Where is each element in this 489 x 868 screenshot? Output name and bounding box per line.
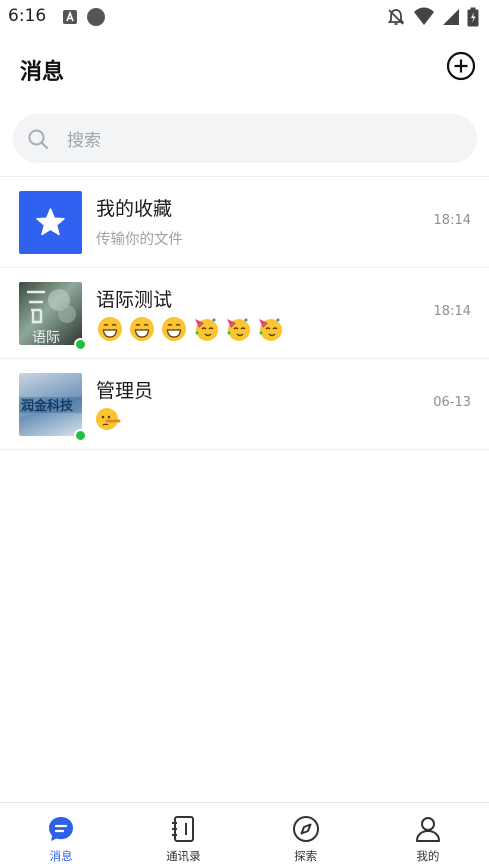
- party-emoji-icon: [259, 318, 282, 341]
- admin-avatar-image: 润金科技: [19, 397, 82, 414]
- grin-emoji-icon: [98, 317, 122, 341]
- tab-explore[interactable]: 探索: [245, 803, 367, 868]
- a-notification-icon: [63, 10, 77, 24]
- online-indicator: [74, 338, 87, 351]
- contacts-book-icon: [172, 816, 195, 842]
- chat-bubble-icon: [49, 817, 74, 841]
- avatar-caption: 语际: [32, 330, 60, 345]
- status-time: 6:16: [8, 6, 47, 26]
- tab-me[interactable]: 我的: [367, 803, 489, 868]
- grin-emoji-icon: [162, 317, 186, 341]
- chat-time: 18:14: [433, 213, 471, 228]
- emoji-preview: [97, 316, 283, 342]
- search-input[interactable]: 搜索: [13, 114, 477, 163]
- avatar-caption: 润金科技: [21, 398, 74, 414]
- chat-item-favorites[interactable]: 我的收藏 传输你的文件 18:14: [0, 177, 489, 268]
- chat-name: 我的收藏: [96, 198, 173, 220]
- party-emoji-icon: [227, 318, 250, 341]
- avatar: 润金科技: [19, 373, 82, 436]
- online-indicator: [74, 429, 87, 442]
- compass-icon: [292, 816, 319, 842]
- lying-face-emoji-icon: [96, 408, 121, 430]
- chat-name: 管理员: [96, 380, 154, 402]
- nav-label: 探索: [294, 849, 318, 863]
- chat-item-group[interactable]: 语际 语际测试 18:14: [0, 268, 489, 359]
- chat-item-admin[interactable]: 润金科技 管理员 06-13: [0, 359, 489, 450]
- avatar: 语际: [19, 282, 82, 345]
- search-icon: [28, 129, 48, 149]
- status-bar: 6:16: [0, 0, 489, 34]
- avatar: [19, 191, 82, 254]
- chat-name: 语际测试: [96, 289, 173, 311]
- tab-messages[interactable]: 消息: [0, 803, 122, 868]
- nav-label: 消息: [49, 849, 73, 863]
- page-title: 消息: [20, 60, 65, 85]
- party-emoji-icon: [195, 318, 218, 341]
- star-icon: [36, 208, 65, 236]
- bottom-nav: 消息 通讯录 探索 我的: [0, 802, 489, 868]
- emoji-preview: [95, 406, 121, 432]
- nav-label: 通讯录: [166, 849, 201, 863]
- signal-icon: [443, 9, 459, 25]
- plus-circle-icon[interactable]: [446, 51, 476, 81]
- wifi-icon: [414, 7, 434, 25]
- group-avatar-image: 语际: [27, 289, 76, 345]
- chat-list: 我的收藏 传输你的文件 18:14 语际 语际测试 18:14 润金科技 管理员…: [0, 177, 489, 450]
- header: 消息: [0, 44, 489, 92]
- search-placeholder: 搜索: [67, 131, 101, 151]
- circle-notification-icon: [87, 8, 105, 26]
- chat-time: 06-13: [433, 395, 471, 410]
- bell-off-icon: [387, 9, 405, 25]
- nav-label: 我的: [416, 849, 440, 863]
- chat-preview: 传输你的文件: [96, 232, 183, 248]
- person-icon: [415, 817, 440, 842]
- tab-contacts[interactable]: 通讯录: [122, 803, 244, 868]
- grin-emoji-icon: [130, 317, 154, 341]
- chat-time: 18:14: [433, 304, 471, 319]
- battery-icon: [467, 7, 479, 27]
